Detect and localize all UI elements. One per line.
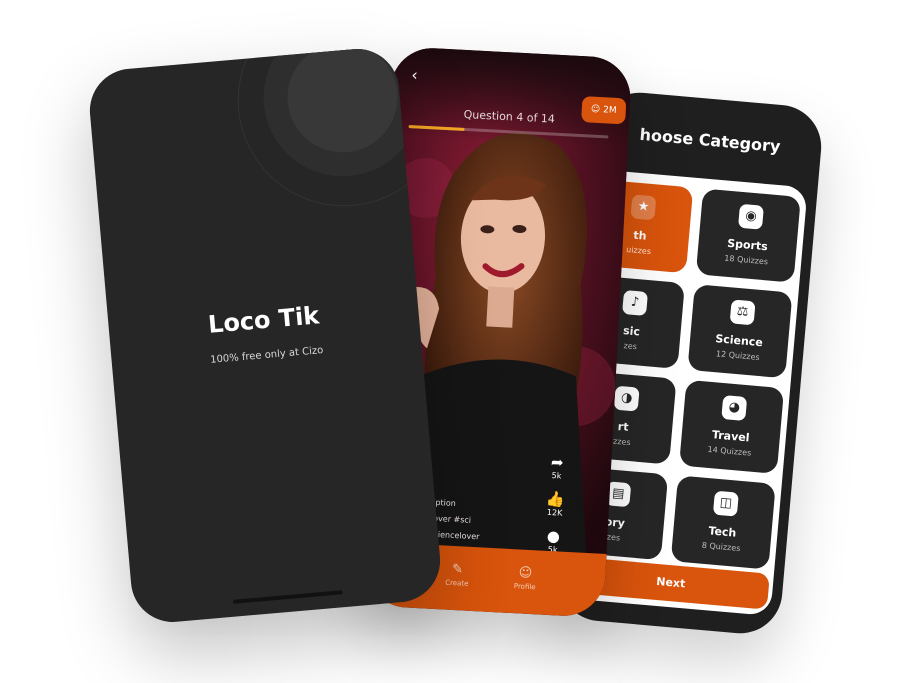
share-icon: ➦ bbox=[550, 452, 565, 472]
devices-icon: ◫ bbox=[712, 490, 739, 517]
tab-profile[interactable]: ☺ Profile bbox=[495, 564, 556, 592]
tab-label: Profile bbox=[513, 582, 536, 592]
back-chevron-icon[interactable]: ‹ bbox=[411, 65, 418, 84]
star-icon: ★ bbox=[630, 194, 657, 221]
music-icon: ♪ bbox=[622, 289, 649, 316]
category-card-science[interactable]: ⚖ Science 12 Quizzes bbox=[687, 284, 793, 379]
app-title: Loco Tik bbox=[206, 301, 321, 339]
share-action[interactable]: ➦ 5k bbox=[536, 452, 577, 481]
splash-phone: Loco Tik 100% free only at Cizo bbox=[86, 45, 444, 626]
globe-icon: ◕ bbox=[721, 395, 748, 422]
category-title: hoose Category bbox=[638, 124, 782, 157]
user-icon: ☺ bbox=[590, 104, 601, 116]
flask-icon: ⚖ bbox=[729, 299, 756, 326]
palette-icon: ◑ bbox=[613, 385, 640, 412]
share-count: 5k bbox=[551, 471, 562, 481]
category-card-travel[interactable]: ◕ Travel 14 Quizzes bbox=[679, 379, 785, 474]
category-card-tech[interactable]: ◫ Tech 8 Quizzes bbox=[670, 475, 776, 570]
basketball-icon: ◉ bbox=[737, 203, 764, 230]
tab-label: Create bbox=[444, 578, 469, 588]
viewers-badge[interactable]: ☺ 2M bbox=[581, 96, 627, 125]
category-card-sports[interactable]: ◉ Sports 18 Quizzes bbox=[695, 188, 801, 283]
home-indicator bbox=[232, 590, 343, 604]
profile-icon: ☺ bbox=[518, 565, 533, 582]
mockup-stage: hoose Category ★ th uizzes ◉ Sports 18 Q… bbox=[0, 0, 911, 683]
viewers-count: 2M bbox=[602, 105, 617, 116]
